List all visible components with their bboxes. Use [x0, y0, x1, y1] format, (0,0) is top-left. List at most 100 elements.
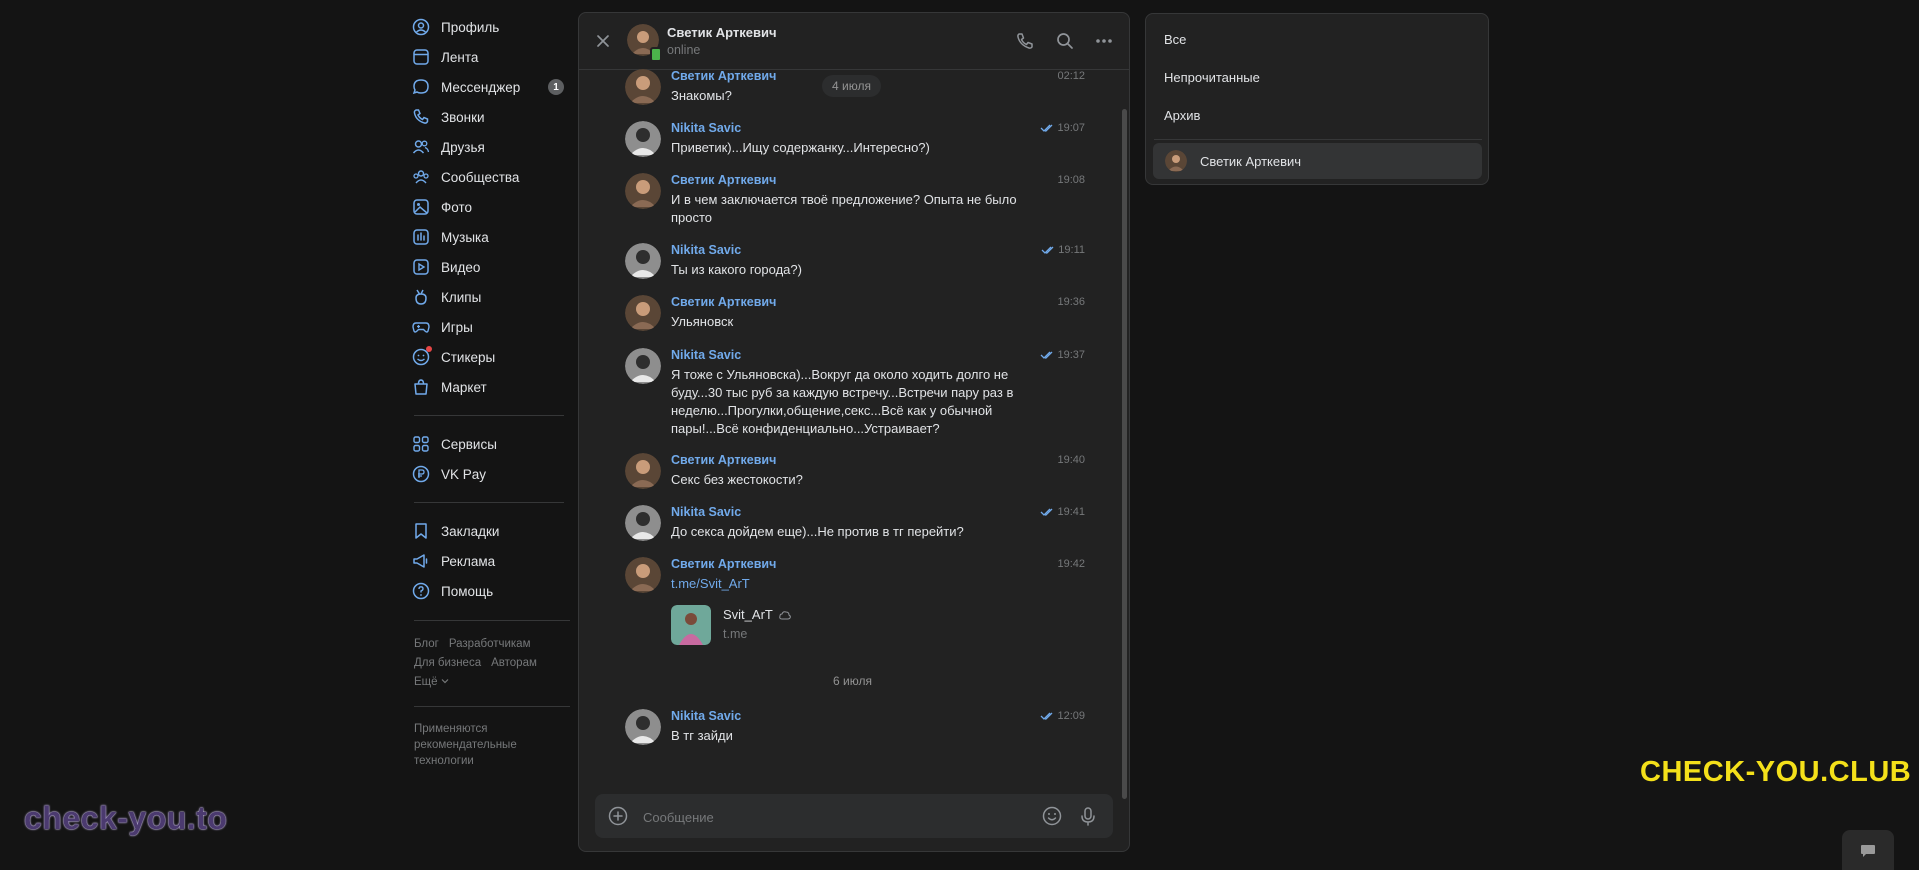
search-icon[interactable] [1055, 31, 1075, 51]
message-author[interactable]: Светик Арткевич [671, 295, 776, 309]
nav-item-label: Закладки [441, 523, 500, 539]
message-author[interactable]: Светик Арткевич [671, 453, 776, 467]
watermark-left: check-you.to [24, 800, 228, 836]
filter-all[interactable]: Все [1164, 32, 1186, 47]
nav-item-label: Маркет [441, 379, 487, 395]
nav-item-phone[interactable]: Звонки [412, 102, 572, 132]
message-time: 12:09 [1040, 710, 1085, 722]
friends-icon [412, 138, 430, 156]
message-composer [595, 794, 1113, 838]
message-author[interactable]: Nikita Savic [671, 121, 741, 135]
chat-widget-button[interactable] [1842, 830, 1894, 870]
nav-item-ads[interactable]: Реклама [412, 546, 572, 576]
chat-bubble-icon [1861, 845, 1875, 857]
message-history[interactable]: Светик Арткевич 02:12 Знакомы? 4 июля Ni… [579, 69, 1119, 795]
conversation-item[interactable]: Светик Арткевич [1153, 143, 1482, 179]
nav-item-services[interactable]: Сервисы [412, 429, 572, 459]
message-time: 19:11 [1041, 244, 1085, 256]
message-time-label: 19:07 [1057, 122, 1085, 134]
footer-link-business[interactable]: Для бизнеса [414, 657, 481, 669]
footer-link-blog[interactable]: Блог [414, 638, 439, 650]
nav-item-label: Музыка [441, 229, 489, 245]
date-separator: 4 июля [822, 75, 881, 97]
nav-divider [414, 502, 564, 503]
message-author[interactable]: Nikita Savic [671, 243, 741, 257]
avatar[interactable] [625, 348, 661, 384]
message-text: В тг зайди [671, 728, 733, 743]
avatar[interactable] [625, 243, 661, 279]
nav-divider [414, 706, 570, 707]
nav-item-stickers[interactable]: Стикеры [412, 342, 572, 372]
avatar[interactable] [625, 173, 661, 209]
messenger-icon [412, 78, 430, 96]
attach-icon[interactable] [607, 805, 629, 827]
nav-item-games[interactable]: Игры [412, 312, 572, 342]
date-separator: 6 июля [833, 674, 872, 688]
more-icon[interactable] [1094, 31, 1114, 51]
read-check-icon [1041, 124, 1053, 132]
nav-item-video[interactable]: Видео [412, 252, 572, 282]
scrollbar[interactable] [1122, 109, 1127, 799]
avatar[interactable] [625, 295, 661, 331]
snippet-title-row: Svit_ArT [723, 607, 791, 622]
footer-more-button[interactable]: Ещё [414, 676, 449, 688]
message-author[interactable]: Nikita Savic [671, 348, 741, 362]
nav-item-help[interactable]: Помощь [412, 576, 572, 606]
message-time-label: 19:42 [1057, 558, 1085, 570]
nav-item-messenger[interactable]: Мессенджер 1 [412, 72, 572, 102]
filter-unread[interactable]: Непрочитанные [1164, 70, 1260, 85]
phone-icon[interactable] [1015, 31, 1035, 51]
message-author[interactable]: Светик Арткевич [671, 557, 776, 571]
message-time-label: 19:36 [1057, 296, 1085, 308]
close-icon[interactable] [593, 31, 613, 51]
message-author[interactable]: Светик Арткевич [671, 69, 776, 83]
vkpay-icon [412, 465, 430, 483]
avatar[interactable] [625, 69, 661, 105]
communities-icon [412, 168, 430, 186]
nav-item-vkpay[interactable]: VK Pay [412, 459, 572, 489]
message-text: Ульяновск [671, 314, 734, 329]
nav-item-label: Сообщества [441, 169, 520, 185]
message-link[interactable]: t.me/Svit_ArT [671, 575, 1031, 593]
nav-item-label: Видео [441, 259, 481, 275]
nav-item-market[interactable]: Маркет [412, 372, 572, 402]
avatar[interactable] [625, 505, 661, 541]
footer-links: Блог Разработчикам Для бизнеса Авторам Ещё [414, 635, 572, 692]
nav-item-bookmark[interactable]: Закладки [412, 516, 572, 546]
avatar[interactable] [625, 453, 661, 489]
message-author[interactable]: Nikita Savic [671, 709, 741, 723]
nav-item-friends[interactable]: Друзья [412, 132, 572, 162]
ads-icon [412, 552, 430, 570]
nav-item-profile[interactable]: Профиль [412, 12, 572, 42]
nav-item-label: Звонки [441, 109, 485, 125]
link-snippet[interactable]: Svit_ArT t.me [671, 605, 891, 647]
nav-item-feed[interactable]: Лента [412, 42, 572, 72]
nav-item-communities[interactable]: Сообщества [412, 162, 572, 192]
nav-item-label: Игры [441, 319, 473, 335]
message-author[interactable]: Светик Арткевич [671, 173, 776, 187]
footer-link-authors[interactable]: Авторам [491, 657, 537, 669]
chat-title[interactable]: Светик Арткевич [667, 25, 777, 40]
message-time-label: 19:11 [1058, 244, 1085, 256]
online-indicator [650, 47, 662, 62]
avatar[interactable] [625, 709, 661, 745]
avatar[interactable] [625, 121, 661, 157]
message-author[interactable]: Nikita Savic [671, 505, 741, 519]
footer-link-developers[interactable]: Разработчикам [449, 638, 531, 650]
microphone-icon[interactable] [1077, 805, 1099, 827]
nav-item-music[interactable]: Музыка [412, 222, 572, 252]
avatar[interactable] [625, 557, 661, 593]
clips-icon [412, 288, 430, 306]
message-text: Ты из какого города?) [671, 262, 802, 277]
filter-archive[interactable]: Архив [1164, 108, 1200, 123]
conversation-filters: Все Непрочитанные Архив Светик Арткевич [1145, 13, 1489, 185]
nav-item-clips[interactable]: Клипы [412, 282, 572, 312]
nav-divider [414, 415, 564, 416]
read-check-icon [1041, 246, 1054, 254]
message-input[interactable] [641, 806, 1025, 828]
nav-item-photo[interactable]: Фото [412, 192, 572, 222]
message-time: 19:08 [1057, 174, 1085, 186]
bookmark-icon [412, 522, 430, 540]
nav-item-label: Друзья [441, 139, 485, 155]
emoji-icon[interactable] [1041, 805, 1063, 827]
